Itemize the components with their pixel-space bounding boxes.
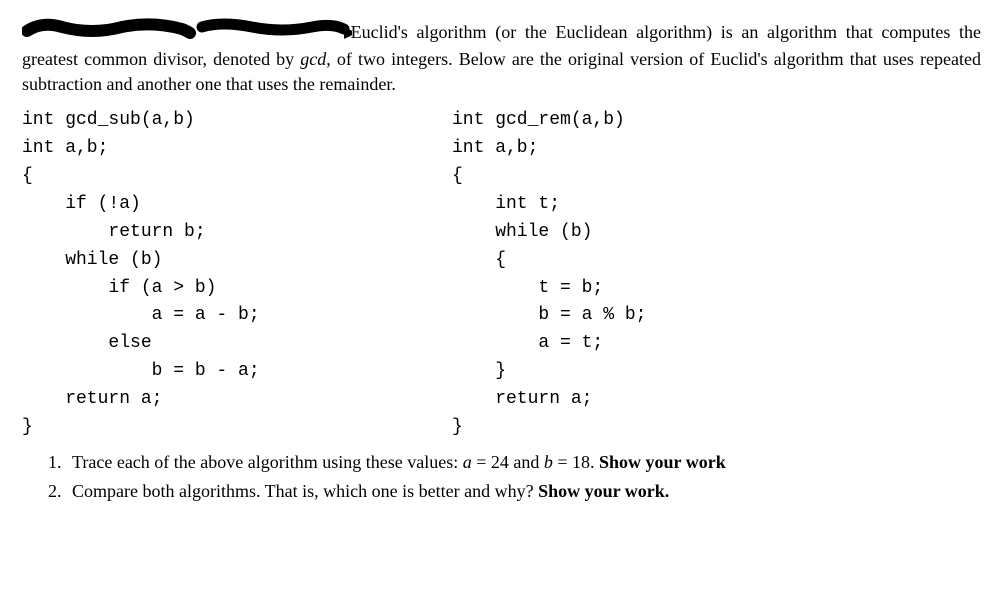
q1-var-b: b [544, 452, 553, 472]
redacted-mark [22, 21, 342, 47]
q2-show-work: Show your work. [538, 481, 669, 501]
q1-eq2: = 18. [553, 452, 599, 472]
intro-text-1: Euclid's algorithm (or the Euclidean alg… [342, 22, 837, 42]
intro-paragraph: Euclid's algorithm (or the Euclidean alg… [22, 20, 981, 97]
code-gcd-rem: int gcd_rem(a,b) int a,b; { int t; while… [452, 107, 981, 442]
question-2: Compare both algorithms. That is, which … [66, 479, 981, 504]
gcd-term: gcd [300, 49, 326, 69]
q1-text: Trace each of the above algorithm using … [72, 452, 463, 472]
q1-eq1: = 24 and [472, 452, 544, 472]
q1-show-work: Show your work [599, 452, 726, 472]
q2-text: Compare both algorithms. That is, which … [72, 481, 538, 501]
code-gcd-sub: int gcd_sub(a,b) int a,b; { if (!a) retu… [22, 107, 452, 442]
q1-var-a: a [463, 452, 472, 472]
code-section: int gcd_sub(a,b) int a,b; { if (!a) retu… [22, 107, 981, 442]
question-1: Trace each of the above algorithm using … [66, 450, 981, 475]
questions-list: Trace each of the above algorithm using … [22, 450, 981, 504]
